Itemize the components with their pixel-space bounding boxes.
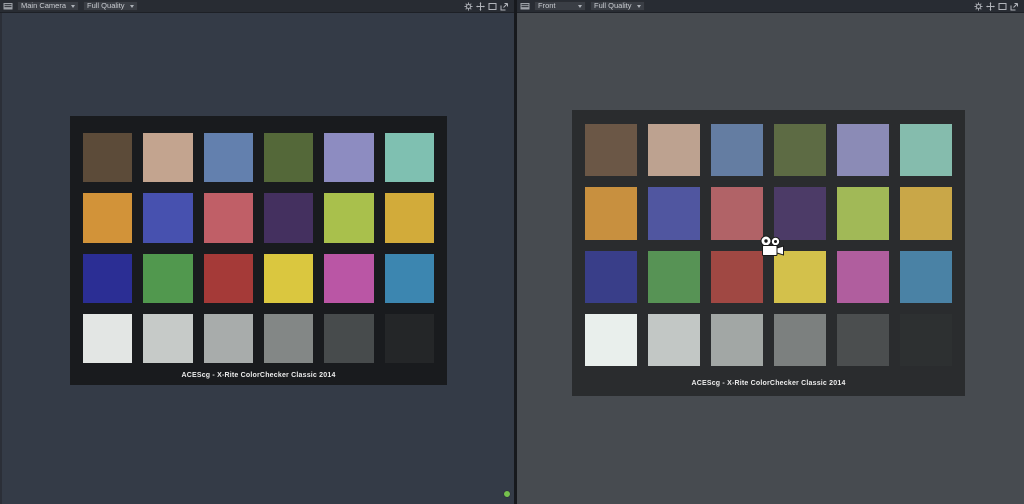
chart-caption: ACEScg - X-Rite ColorChecker Classic 201… bbox=[691, 380, 846, 387]
color-swatch bbox=[143, 133, 193, 183]
quality-select-value: Full Quality bbox=[594, 1, 632, 10]
quality-select[interactable]: Full Quality bbox=[83, 1, 138, 11]
color-swatch bbox=[648, 187, 700, 240]
colorchecker-chart-left: ACEScg - X-Rite ColorChecker Classic 201… bbox=[70, 116, 447, 385]
camera-select-value: Front bbox=[538, 1, 556, 10]
chevron-down-icon bbox=[578, 4, 582, 8]
color-swatch bbox=[384, 133, 434, 183]
color-swatch bbox=[774, 313, 826, 366]
gear-icon[interactable] bbox=[974, 2, 983, 11]
color-swatch bbox=[900, 124, 952, 177]
viewport-right: Front Full Quality ACEScg - X-Rite Color… bbox=[517, 0, 1024, 504]
viewport-nav-icons bbox=[464, 1, 511, 11]
color-swatch bbox=[263, 253, 314, 303]
pan-icon[interactable] bbox=[986, 1, 995, 11]
color-swatch bbox=[83, 193, 133, 243]
frame-icon[interactable] bbox=[998, 2, 1007, 11]
color-swatch bbox=[324, 313, 374, 363]
viewport-left-canvas[interactable]: ACEScg - X-Rite ColorChecker Classic 201… bbox=[0, 13, 514, 504]
camera-select[interactable]: Main Camera bbox=[17, 1, 80, 11]
color-swatch bbox=[203, 133, 253, 183]
color-swatch bbox=[711, 124, 763, 177]
color-swatch bbox=[585, 187, 637, 240]
color-swatch bbox=[143, 193, 193, 243]
viewport-right-header: Front Full Quality bbox=[517, 0, 1024, 13]
viewport-right-canvas[interactable]: ACEScg - X-Rite ColorChecker Classic 201… bbox=[517, 13, 1024, 504]
viewport-left: Main Camera Full Quality ACEScg - X-Rite… bbox=[0, 0, 514, 504]
color-swatch bbox=[83, 253, 133, 303]
color-swatch bbox=[203, 193, 253, 243]
status-indicator-dot bbox=[504, 491, 510, 497]
color-swatch bbox=[143, 313, 193, 363]
color-swatch bbox=[774, 187, 826, 240]
color-swatch bbox=[384, 193, 434, 243]
color-swatch bbox=[837, 124, 889, 177]
color-swatch bbox=[711, 250, 763, 303]
chevron-down-icon bbox=[71, 4, 76, 8]
color-swatch bbox=[263, 313, 314, 363]
color-swatch bbox=[648, 250, 700, 303]
chevron-down-icon bbox=[129, 4, 134, 8]
chart-caption: ACEScg - X-Rite ColorChecker Classic 201… bbox=[181, 372, 336, 379]
color-swatch bbox=[648, 313, 700, 366]
movie-camera-cursor bbox=[758, 235, 786, 261]
viewport-menu-icon[interactable] bbox=[3, 2, 13, 11]
color-swatch bbox=[83, 133, 133, 183]
color-swatch bbox=[324, 133, 374, 183]
color-swatch bbox=[774, 124, 826, 177]
color-swatch bbox=[837, 187, 889, 240]
color-swatch bbox=[585, 250, 637, 303]
viewport-menu-icon[interactable] bbox=[520, 2, 530, 11]
frame-icon[interactable] bbox=[488, 2, 497, 11]
split-viewport: Main Camera Full Quality ACEScg - X-Rite… bbox=[0, 0, 1024, 504]
color-swatch bbox=[900, 187, 952, 240]
pan-icon[interactable] bbox=[476, 1, 485, 11]
quality-select-value: Full Quality bbox=[87, 1, 125, 10]
gear-icon[interactable] bbox=[464, 2, 473, 11]
viewport-nav-icons bbox=[974, 1, 1021, 11]
color-swatch bbox=[384, 253, 434, 303]
color-swatch bbox=[585, 124, 637, 177]
color-swatch bbox=[585, 313, 637, 366]
swatch-grid bbox=[83, 133, 434, 363]
camera-select[interactable]: Front bbox=[534, 1, 586, 11]
color-swatch bbox=[837, 313, 889, 366]
color-swatch bbox=[143, 253, 193, 303]
color-swatch bbox=[263, 193, 314, 243]
viewport-left-header: Main Camera Full Quality bbox=[0, 0, 514, 13]
color-swatch bbox=[263, 133, 314, 183]
color-swatch bbox=[203, 253, 253, 303]
maximize-icon[interactable] bbox=[500, 2, 509, 11]
color-swatch bbox=[837, 250, 889, 303]
color-swatch bbox=[203, 313, 253, 363]
color-swatch bbox=[711, 313, 763, 366]
color-swatch bbox=[324, 193, 374, 243]
chevron-down-icon bbox=[636, 4, 641, 8]
color-swatch bbox=[900, 250, 952, 303]
color-swatch bbox=[384, 313, 434, 363]
color-swatch bbox=[83, 313, 133, 363]
color-swatch bbox=[648, 124, 700, 177]
color-swatch bbox=[324, 253, 374, 303]
maximize-icon[interactable] bbox=[1010, 2, 1019, 11]
color-swatch bbox=[711, 187, 763, 240]
color-swatch bbox=[900, 313, 952, 366]
quality-select[interactable]: Full Quality bbox=[590, 1, 645, 11]
camera-select-value: Main Camera bbox=[21, 1, 67, 10]
